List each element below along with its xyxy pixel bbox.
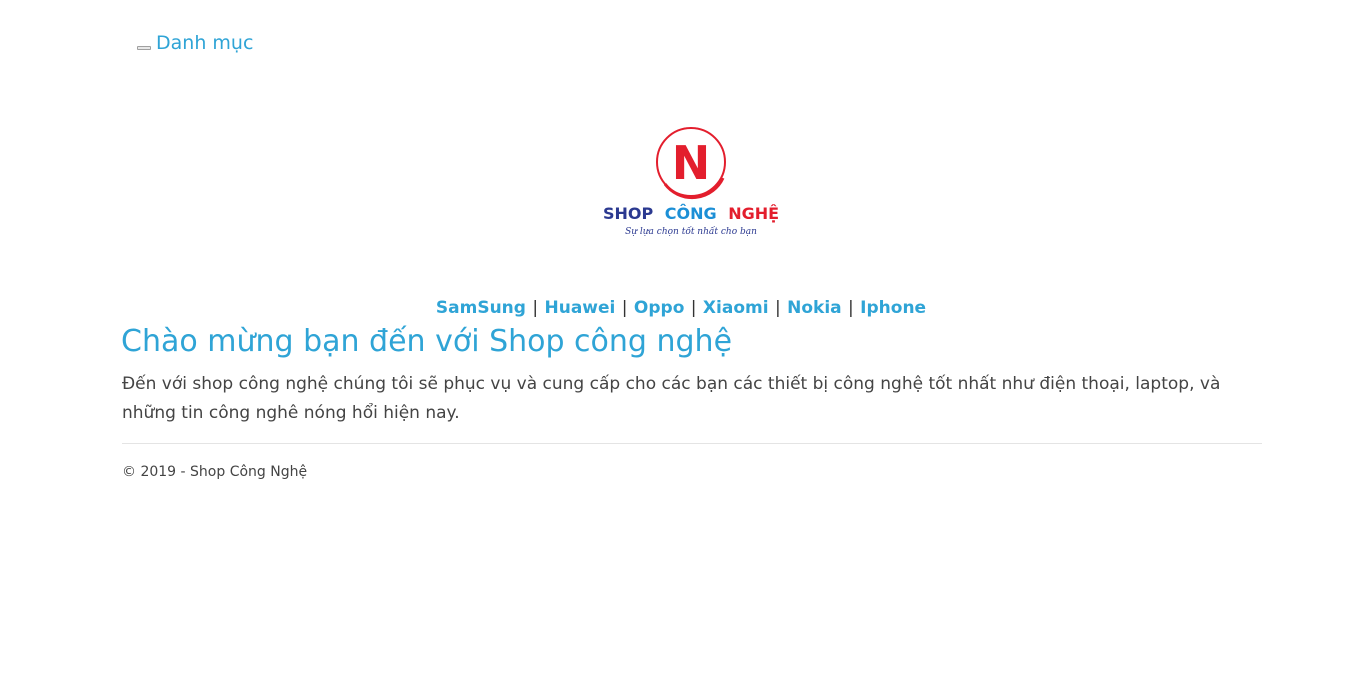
page-description: Đến với shop công nghệ chúng tôi sẽ phục… bbox=[122, 374, 1221, 423]
brand-nav: SamSung | Huawei | Oppo | Xiaomi | Nokia… bbox=[0, 296, 1362, 320]
logo-letter: N bbox=[672, 136, 711, 190]
page: Danh mục N SHOP CÔNG NGHỆ Sự lựa chọn tố… bbox=[0, 0, 1362, 674]
brand-link-nokia[interactable]: Nokia bbox=[787, 298, 842, 318]
brand-link-samsung[interactable]: SamSung bbox=[436, 298, 526, 318]
shop-logo[interactable]: N SHOP CÔNG NGHỆ Sự lựa chọn tốt nhất ch… bbox=[585, 122, 797, 240]
brand-separator: | bbox=[532, 298, 539, 318]
footer-divider bbox=[122, 443, 1262, 444]
footer-copyright: © 2019 - Shop Công Nghệ bbox=[122, 464, 308, 480]
logo-tagline: Sự lựa chọn tốt nhất cho bạn bbox=[625, 226, 757, 237]
logo-word-shop: SHOP bbox=[603, 204, 654, 223]
brand-separator: | bbox=[848, 298, 854, 318]
menu-bar: Danh mục bbox=[137, 30, 253, 56]
logo-word-cong: CÔNG bbox=[665, 204, 717, 223]
brand-link-iphone[interactable]: Iphone bbox=[860, 298, 926, 318]
menu-toggle-button[interactable] bbox=[137, 46, 151, 50]
menu-link[interactable]: Danh mục bbox=[156, 30, 253, 56]
brand-link-oppo[interactable]: Oppo bbox=[634, 298, 684, 318]
brand-link-huawei[interactable]: Huawei bbox=[544, 298, 615, 318]
brand-separator: | bbox=[774, 298, 781, 318]
logo-word-nghe: NGHỆ bbox=[728, 203, 779, 223]
logo-wordmark: SHOP CÔNG NGHỆ bbox=[603, 203, 779, 223]
brand-separator: | bbox=[690, 298, 697, 318]
page-title: Chào mừng bạn đến với Shop công nghệ bbox=[121, 324, 733, 359]
brand-link-xiaomi[interactable]: Xiaomi bbox=[703, 298, 769, 318]
brand-separator: | bbox=[621, 298, 628, 318]
